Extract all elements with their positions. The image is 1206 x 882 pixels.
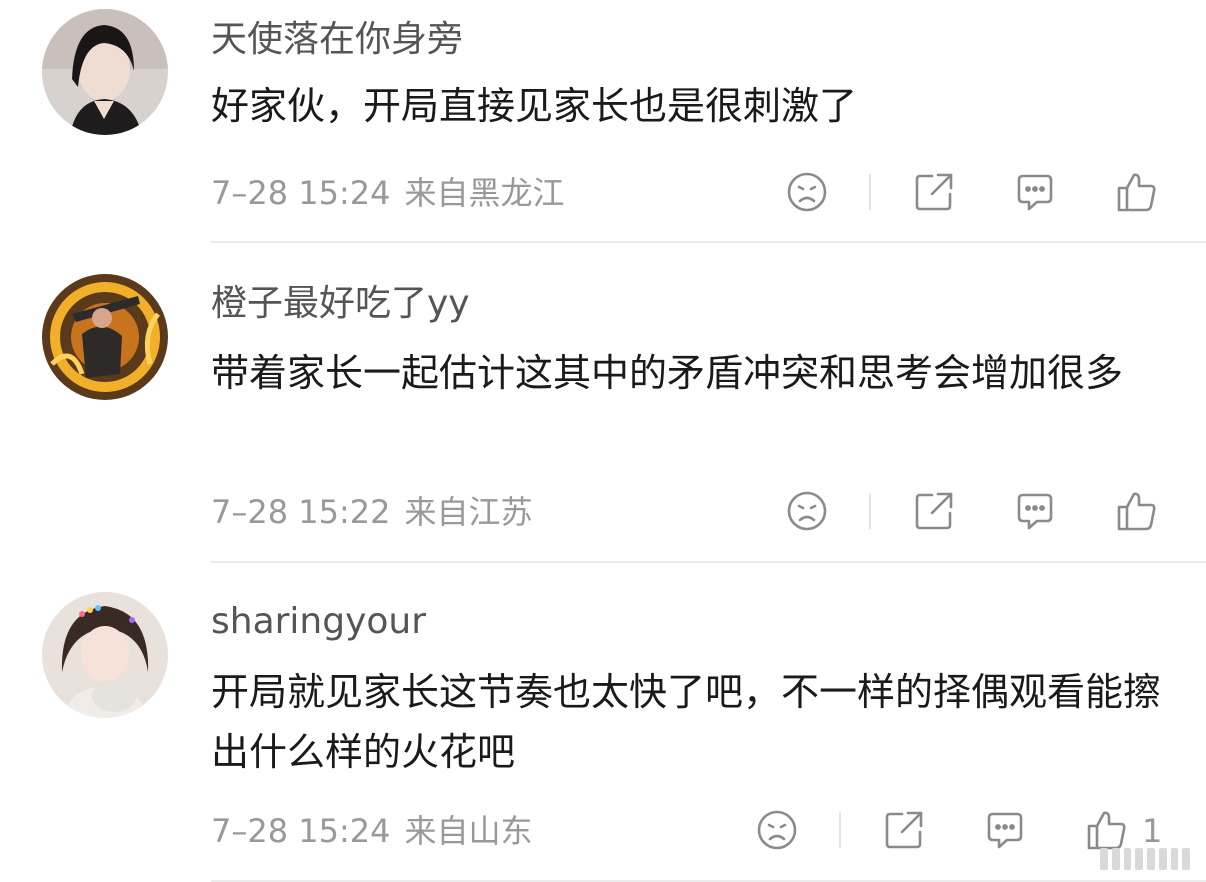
location: 来自黑龙江 <box>404 174 565 212</box>
sad-face-icon[interactable] <box>785 489 829 533</box>
timestamp: 7–28 15:24 <box>211 174 391 212</box>
sad-face-icon[interactable] <box>785 170 829 214</box>
timestamp: 7–28 15:24 <box>211 812 391 850</box>
comment-bubble-icon[interactable] <box>1013 170 1057 214</box>
location: 来自江苏 <box>404 493 533 531</box>
comment-text: 好家伙，开局直接见家长也是很刺激了 <box>211 84 858 128</box>
comment-text: 开局就见家长这节奏也太快了吧，不一样的择偶观看能擦出什么样的火花吧 <box>211 670 1162 774</box>
comment-meta: 7–28 15:24 来自黑龙江 <box>211 173 564 213</box>
action-divider <box>869 493 871 529</box>
share-icon[interactable] <box>882 808 926 852</box>
watermark <box>1100 848 1190 870</box>
comment-divider <box>211 241 1206 243</box>
comment-meta: 7–28 15:24 来自山东 <box>211 811 532 851</box>
avatar[interactable] <box>42 592 168 718</box>
thumbs-up-icon[interactable] <box>1085 808 1129 852</box>
action-divider <box>869 174 871 210</box>
sad-face-icon[interactable] <box>755 808 799 852</box>
avatar[interactable] <box>42 274 168 400</box>
username[interactable]: sharingyour <box>211 600 426 644</box>
thumbs-up-icon[interactable] <box>1115 170 1159 214</box>
like-count: 1 <box>1142 812 1163 850</box>
share-icon[interactable] <box>912 170 956 214</box>
thumbs-up-icon[interactable] <box>1115 489 1159 533</box>
comment-text: 带着家长一起估计这其中的矛盾冲突和思考会增加很多 <box>211 351 1124 395</box>
username[interactable]: 天使落在你身旁 <box>211 18 463 62</box>
comment-bubble-icon[interactable] <box>1013 489 1057 533</box>
location: 来自山东 <box>404 812 533 850</box>
comment-meta: 7–28 15:22 来自江苏 <box>211 492 532 532</box>
username[interactable]: 橙子最好吃了yy <box>211 282 470 326</box>
action-divider <box>839 812 841 848</box>
avatar[interactable] <box>42 9 168 135</box>
comment-bubble-icon[interactable] <box>983 808 1027 852</box>
comment-item: 天使落在你身旁 好家伙，开局直接见家长也是很刺激了 7–28 15:24 来自黑龙… <box>0 0 1206 244</box>
comment-divider <box>211 561 1206 563</box>
timestamp: 7–28 15:22 <box>211 493 391 531</box>
share-icon[interactable] <box>912 489 956 533</box>
